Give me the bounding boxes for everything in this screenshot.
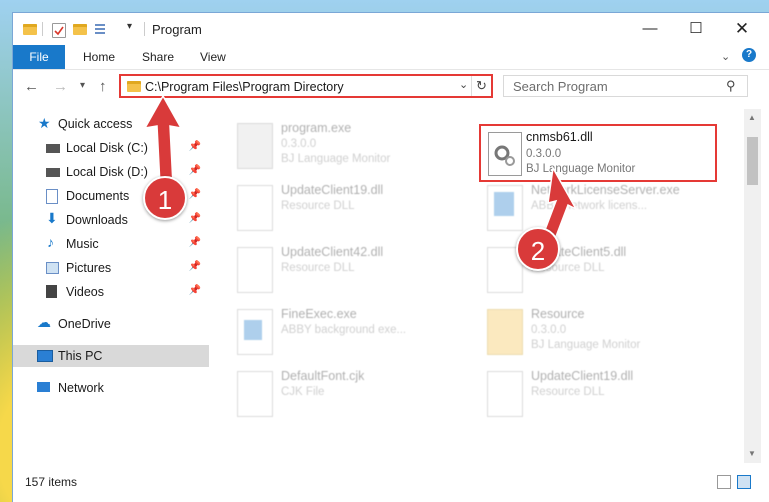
file-explorer-window: ▾ Program — ☐ ✕ File Home Share View ⌄ ?… xyxy=(13,13,769,502)
arrow-up-icon xyxy=(143,94,183,186)
annotation-arrows xyxy=(143,94,578,248)
callout-badge-2: 2 xyxy=(516,227,560,271)
callout-badge-1: 1 xyxy=(143,176,187,220)
